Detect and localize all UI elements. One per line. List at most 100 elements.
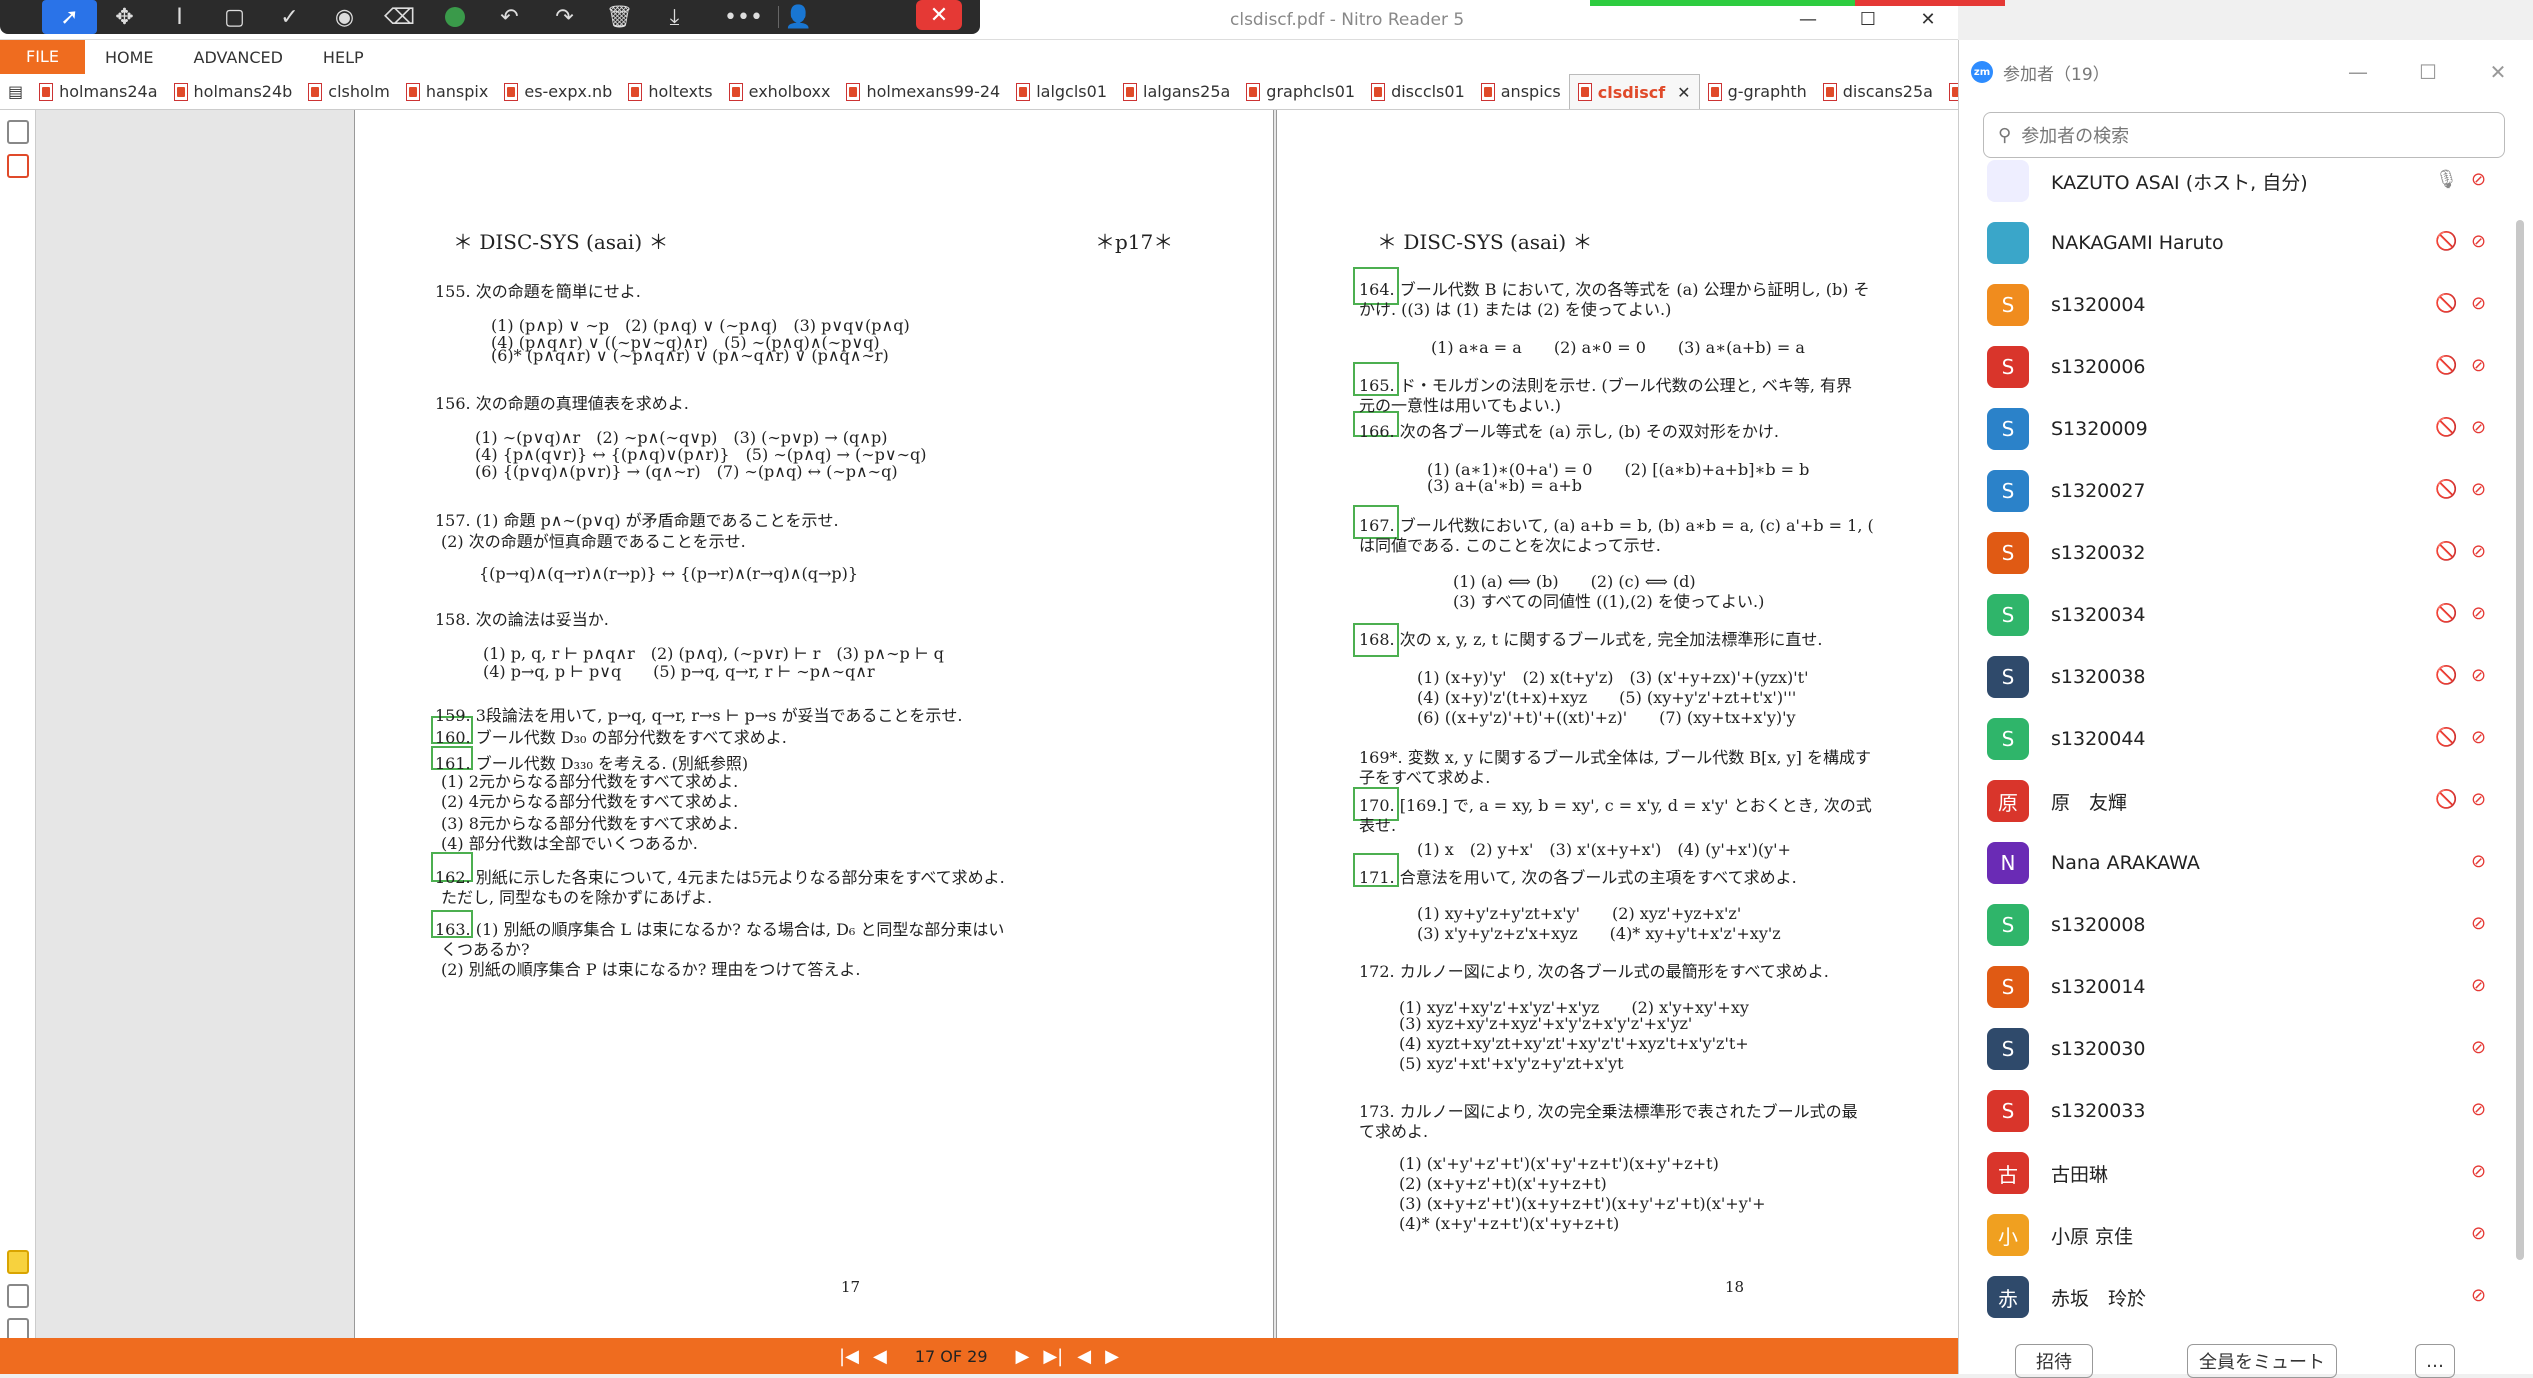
undo-button[interactable]: ↶	[482, 0, 537, 34]
microphone-icon[interactable]: 🎙	[2435, 169, 2459, 193]
participant-row[interactable]: Ss1320008 ⊘	[1959, 894, 2504, 956]
stamp-tool-button[interactable]: ◉	[317, 0, 372, 34]
tab-holmans24a[interactable]: holmans24a	[31, 74, 165, 109]
move-tool-button[interactable]: ✥	[97, 0, 152, 34]
tab-clsholm[interactable]: clsholm	[300, 74, 398, 109]
muted-microphone-icon[interactable]: 🚫	[2435, 603, 2459, 627]
menu-advanced[interactable]: ADVANCED	[174, 48, 303, 67]
participant-row[interactable]: Ss1320030 ⊘	[1959, 1018, 2504, 1080]
participant-row[interactable]: N Nana ARAKAWA ⊘	[1959, 832, 2504, 894]
user-button[interactable]: 👤	[771, 0, 826, 34]
invite-button[interactable]: 招待	[2015, 1344, 2093, 1378]
minimize-button[interactable]: —	[1778, 0, 1838, 40]
video-off-icon[interactable]: ⊘	[2471, 603, 2497, 627]
participant-row[interactable]: 小小原 京佳 ⊘	[1959, 1204, 2504, 1266]
muted-microphone-icon[interactable]: 🚫	[2435, 665, 2459, 689]
tab-clsdiscf[interactable]: clsdiscf ✕	[1568, 74, 1700, 109]
delete-button[interactable]: 🗑	[592, 0, 647, 34]
pages-icon[interactable]	[7, 154, 29, 178]
back-view-button[interactable]: ◀	[1077, 1346, 1091, 1367]
attachments-icon[interactable]	[7, 1284, 29, 1308]
tab-es-expx-nb[interactable]: es-expx.nb	[496, 74, 620, 109]
muted-microphone-icon[interactable]: 🚫	[2435, 231, 2459, 255]
shape-tool-button[interactable]: ▢	[207, 0, 262, 34]
first-page-button[interactable]: |◀	[839, 1346, 859, 1367]
participant-row[interactable]: 赤赤坂 玲於 ⊘	[1959, 1266, 2504, 1328]
video-off-icon[interactable]: ⊘	[2471, 727, 2497, 751]
muted-microphone-icon[interactable]: 🚫	[2435, 727, 2459, 751]
video-off-icon[interactable]: ⊘	[2471, 355, 2497, 379]
forward-view-button[interactable]: ▶	[1105, 1346, 1119, 1367]
tab-hanspix[interactable]: hanspix	[398, 74, 497, 109]
menu-help[interactable]: HELP	[303, 48, 384, 67]
tab-anspics[interactable]: anspics	[1473, 74, 1569, 109]
zoom-minimize-button[interactable]: —	[2323, 40, 2393, 104]
video-off-icon[interactable]: ⊘	[2471, 1161, 2497, 1185]
tab-holmexans99-24[interactable]: holmexans99-24	[838, 74, 1008, 109]
close-window-button[interactable]: ✕	[1898, 0, 1958, 40]
muted-microphone-icon[interactable]: 🚫	[2435, 479, 2459, 503]
video-off-icon[interactable]: ⊘	[2471, 169, 2497, 193]
page-indicator[interactable]: 17 OF 29	[900, 1346, 1002, 1366]
save-button[interactable]: ⤓	[647, 0, 702, 34]
muted-microphone-icon[interactable]: 🚫	[2435, 355, 2459, 379]
maximize-button[interactable]: ☐	[1838, 0, 1898, 40]
participant-row[interactable]: Ss1320004 🚫 ⊘	[1959, 274, 2504, 336]
participant-row[interactable]: Ss1320033 ⊘	[1959, 1080, 2504, 1142]
participant-scrollbar[interactable]	[2512, 150, 2528, 1310]
tab-graphcls01[interactable]: graphcls01	[1238, 74, 1363, 109]
participant-row[interactable]: KAZUTO ASAI (ホスト, 自分) 🎙 ⊘	[1959, 150, 2504, 212]
participant-row[interactable]: Ss1320014 ⊘	[1959, 956, 2504, 1018]
scroll-thumb[interactable]	[2516, 220, 2524, 1260]
next-page-button[interactable]: ▶	[1016, 1346, 1030, 1367]
video-off-icon[interactable]: ⊘	[2471, 913, 2497, 937]
participant-row[interactable]: 古古田琳 ⊘	[1959, 1142, 2504, 1204]
participant-row[interactable]: Ss1320006 🚫 ⊘	[1959, 336, 2504, 398]
participant-row[interactable]: Ss1320044 🚫 ⊘	[1959, 708, 2504, 770]
participant-row[interactable]: Ss1320027 🚫 ⊘	[1959, 460, 2504, 522]
last-page-button[interactable]: ▶|	[1043, 1346, 1063, 1367]
text-tool-button[interactable]: I	[152, 0, 207, 34]
video-off-icon[interactable]: ⊘	[2471, 1037, 2497, 1061]
tab-g-graphth[interactable]: g-graphth	[1700, 74, 1815, 109]
tab-holmans24b[interactable]: holmans24b	[166, 74, 301, 109]
video-off-icon[interactable]: ⊘	[2471, 789, 2497, 813]
video-off-icon[interactable]: ⊘	[2471, 851, 2497, 875]
eraser-tool-button[interactable]: ⌫	[372, 0, 427, 34]
bookmark-icon[interactable]	[7, 120, 29, 144]
close-tab-icon[interactable]: ✕	[1677, 83, 1690, 102]
muted-microphone-icon[interactable]: 🚫	[2435, 417, 2459, 441]
participant-row[interactable]: Ss1320038 🚫 ⊘	[1959, 646, 2504, 708]
video-off-icon[interactable]: ⊘	[2471, 1285, 2497, 1309]
redo-button[interactable]: ↷	[537, 0, 592, 34]
muted-microphone-icon[interactable]: 🚫	[2435, 541, 2459, 565]
video-off-icon[interactable]: ⊘	[2471, 479, 2497, 503]
participant-row[interactable]: Ss1320034 🚫 ⊘	[1959, 584, 2504, 646]
check-tool-button[interactable]: ✓	[262, 0, 317, 34]
video-off-icon[interactable]: ⊘	[2471, 665, 2497, 689]
tab-discans25a[interactable]: discans25a	[1815, 74, 1941, 109]
participant-row[interactable]: S S1320009 🚫 ⊘	[1959, 398, 2504, 460]
tab-exholboxx[interactable]: exholboxx	[721, 74, 839, 109]
close-toolbar-button[interactable]: ✕	[916, 0, 962, 30]
tab-lalgcls01[interactable]: lalgcls01	[1008, 74, 1115, 109]
comment-icon[interactable]	[7, 1250, 29, 1274]
tab-holtexts[interactable]: holtexts	[620, 74, 720, 109]
tab-discans[interactable]: discans	[1941, 74, 1958, 109]
more-options-button[interactable]: …	[2415, 1344, 2455, 1378]
video-off-icon[interactable]: ⊘	[2471, 1099, 2497, 1123]
mute-all-button[interactable]: 全員をミュート	[2187, 1344, 2337, 1378]
video-off-icon[interactable]: ⊘	[2471, 231, 2497, 255]
menu-home[interactable]: HOME	[85, 48, 174, 67]
video-off-icon[interactable]: ⊘	[2471, 975, 2497, 999]
video-off-icon[interactable]: ⊘	[2471, 293, 2497, 317]
participant-row[interactable]: NAKAGAMI Haruto 🚫 ⊘	[1959, 212, 2504, 274]
more-button[interactable]: •••	[716, 0, 771, 34]
zoom-maximize-button[interactable]: ☐	[2393, 40, 2463, 104]
menu-file[interactable]: FILE	[0, 40, 85, 74]
tab-disccls01[interactable]: disccls01	[1363, 74, 1473, 109]
tab-list-icon[interactable]: ▤	[0, 74, 31, 109]
muted-microphone-icon[interactable]: 🚫	[2435, 789, 2459, 813]
tab-lalgans25a[interactable]: lalgans25a	[1115, 74, 1238, 109]
document-viewer[interactable]: ＊ DISC-SYS (asai) ＊ ＊p17＊ 17 155. 次の命題を簡…	[36, 110, 1958, 1338]
